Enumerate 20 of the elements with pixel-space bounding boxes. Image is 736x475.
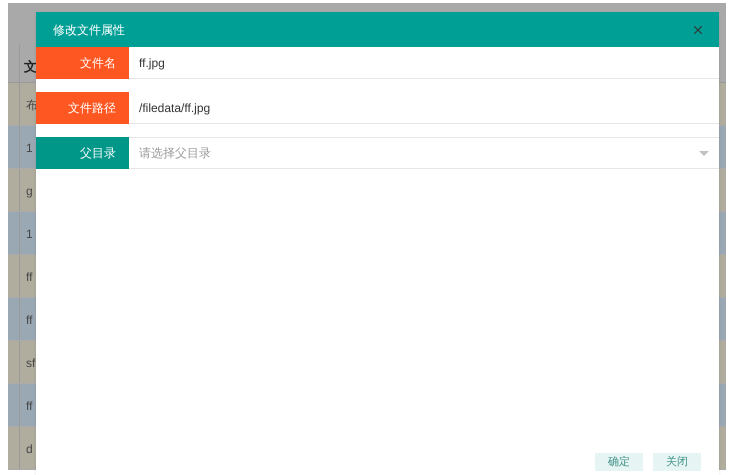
dialog-button[interactable]: 关闭	[653, 453, 701, 471]
dialog-title: 修改文件属性	[53, 22, 125, 38]
table-cell-text: sf	[25, 355, 36, 372]
table-cell-text: ff	[25, 312, 32, 329]
text-field[interactable]: ff.jpg	[129, 47, 719, 79]
table-cell-text: 1	[25, 140, 33, 157]
table-cell-text: ff	[25, 269, 32, 286]
dialog-button[interactable]: 确定	[595, 453, 643, 471]
table-header-cell-text: 文	[23, 58, 37, 76]
text-field[interactable]: /filedata/ff.jpg	[129, 92, 719, 124]
table-cell-text: 1	[25, 226, 33, 243]
field-label: 文件名	[36, 47, 129, 79]
table-cell-text: ff	[25, 398, 32, 415]
field-label: 文件路径	[36, 92, 129, 124]
select-placeholder: 请选择父目录	[139, 145, 211, 162]
field-label: 父目录	[36, 137, 129, 169]
table-cell-text: g	[25, 183, 33, 200]
select-field[interactable]: 请选择父目录	[129, 137, 719, 169]
caret-icon	[699, 150, 709, 156]
table-cell-text: d	[25, 441, 33, 458]
